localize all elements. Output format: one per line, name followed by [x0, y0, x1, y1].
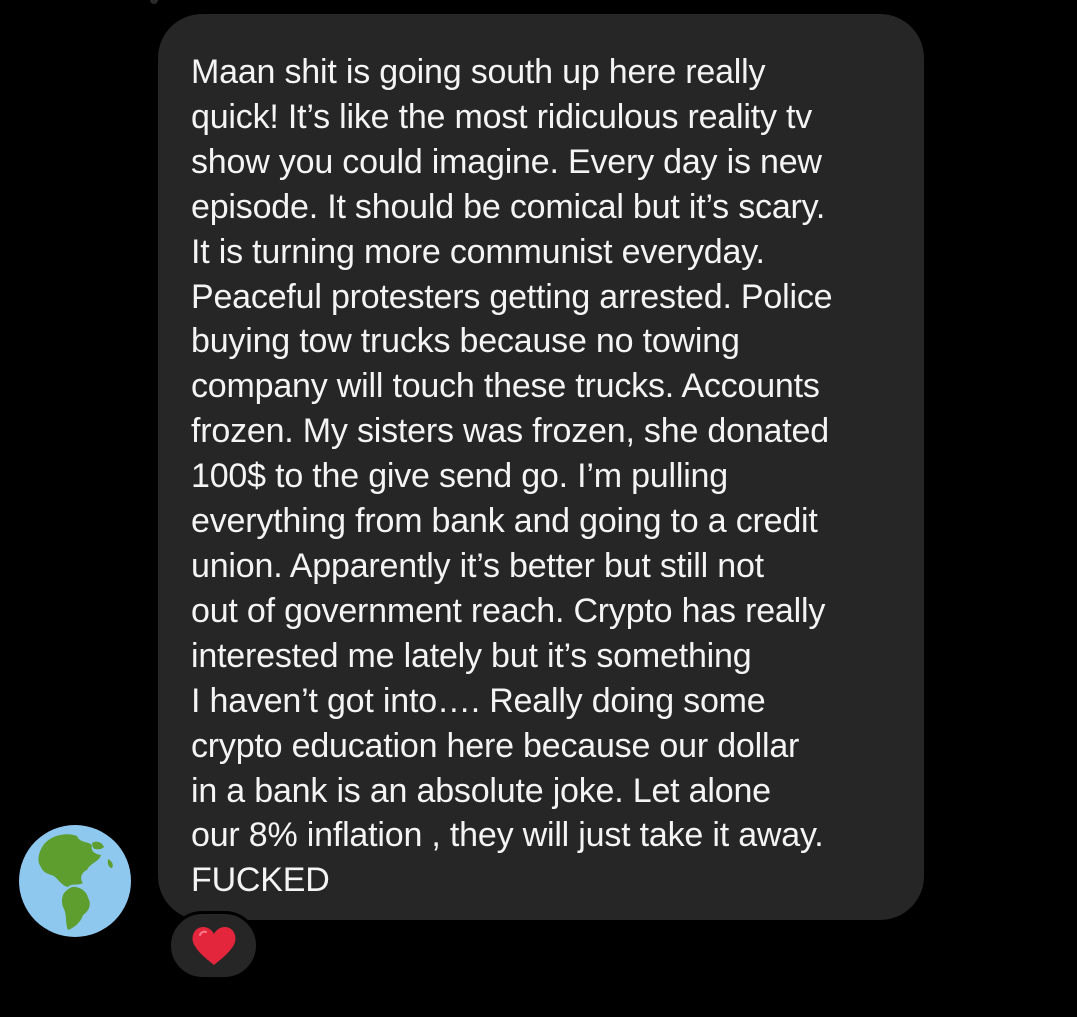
message-text: Maan shit is going south up here really …	[191, 50, 894, 903]
message-line: episode. It should be comical but it’s s…	[191, 187, 826, 226]
message-row: Maan shit is going south up here really …	[0, 0, 1077, 1017]
message-line: It is turning more communist everyday.	[191, 232, 765, 271]
message-line: out of government reach. Crypto has real…	[191, 591, 826, 630]
message-line: Maan shit is going south up here really	[191, 53, 766, 91]
message-line: in a bank is an absolute joke. Let alone	[191, 771, 771, 810]
message-line: frozen. My sisters was frozen, she donat…	[191, 412, 829, 451]
globe-americas-icon	[19, 825, 131, 937]
message-line: show you could imagine. Every day is new	[191, 142, 822, 181]
message-line: quick! It’s like the most ridiculous rea…	[191, 97, 813, 136]
message-line: union. Apparently it’s better but still …	[191, 546, 764, 585]
message-line: our 8% inflation , they will just take i…	[191, 816, 824, 855]
message-line: company will touch these trucks. Account…	[191, 367, 820, 406]
message-line: crypto education here because our dollar	[191, 726, 800, 765]
message-line: everything from bank and going to a cred…	[191, 502, 818, 541]
message-line: 100$ to the give send go. I’m pulling	[191, 457, 728, 496]
message-line: interested me lately but it’s something	[191, 636, 752, 675]
red-heart-icon	[192, 926, 235, 965]
message-line: buying tow trucks because no towing	[191, 322, 740, 361]
avatar[interactable]	[19, 825, 131, 937]
message-bubble[interactable]: Maan shit is going south up here really …	[158, 14, 924, 920]
heart-reaction[interactable]	[168, 911, 259, 980]
message-line: Peaceful protesters getting arrested. Po…	[191, 277, 833, 316]
message-line: FUCKED	[191, 861, 330, 900]
message-line: I haven’t got into…. Really doing some	[191, 681, 766, 720]
